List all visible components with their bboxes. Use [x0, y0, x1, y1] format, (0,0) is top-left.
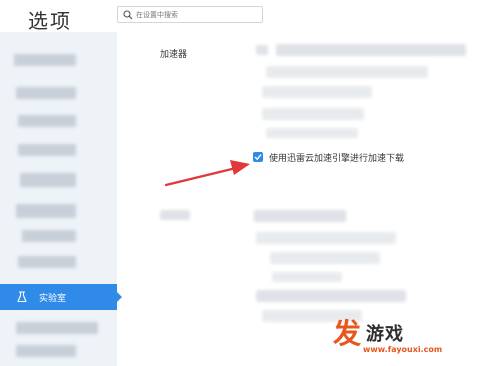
selection-indicator — [117, 292, 122, 302]
check-icon — [254, 154, 262, 161]
blurred-setting-row[interactable] — [266, 128, 358, 138]
sidebar-item-blurred[interactable] — [16, 87, 76, 99]
sidebar-item-blurred[interactable] — [16, 322, 98, 334]
search-input[interactable] — [136, 7, 260, 22]
sidebar-item-blurred[interactable] — [18, 256, 76, 268]
blurred-setting-row[interactable] — [272, 272, 342, 282]
accelerate-engine-label[interactable]: 使用迅雷云加速引擎进行加速下载 — [269, 151, 404, 164]
blurred-section-label — [160, 210, 190, 220]
sidebar-item-label: 实验室 — [39, 294, 67, 304]
search-box[interactable] — [117, 6, 263, 23]
sidebar-item-lab[interactable]: 实验室 — [0, 284, 122, 310]
sidebar-item-blurred[interactable] — [20, 173, 76, 187]
flask-icon — [17, 291, 27, 303]
watermark-url: www.fayouxi.com — [363, 345, 443, 354]
section-label-accelerator: 加速器 — [160, 50, 188, 60]
blurred-setting-row[interactable] — [256, 232, 396, 244]
page-title: 选项 — [28, 9, 72, 33]
blurred-setting-row[interactable] — [256, 45, 268, 55]
blurred-setting-row[interactable] — [262, 108, 364, 120]
sidebar-item-blurred[interactable] — [16, 345, 76, 357]
sidebar-item-blurred[interactable] — [14, 54, 76, 66]
blurred-setting-row[interactable] — [254, 210, 346, 222]
watermark-logo: 发 — [333, 317, 362, 350]
watermark: 发 游戏 www.fayouxi.com — [333, 318, 493, 362]
blurred-setting-row[interactable] — [262, 86, 372, 98]
sidebar-item-blurred[interactable] — [22, 230, 76, 242]
search-icon — [123, 10, 133, 20]
watermark-brand: 游戏 — [366, 324, 404, 345]
sidebar-item-blurred[interactable] — [18, 144, 76, 156]
blurred-setting-row[interactable] — [276, 44, 466, 56]
blurred-setting-row[interactable] — [256, 290, 406, 302]
sidebar-item-blurred[interactable] — [16, 204, 76, 218]
accelerate-engine-checkbox[interactable] — [253, 152, 263, 162]
blurred-setting-row[interactable] — [266, 66, 428, 78]
sidebar-item-blurred[interactable] — [18, 115, 76, 127]
blurred-setting-row[interactable] — [270, 252, 380, 264]
sidebar — [0, 32, 117, 366]
